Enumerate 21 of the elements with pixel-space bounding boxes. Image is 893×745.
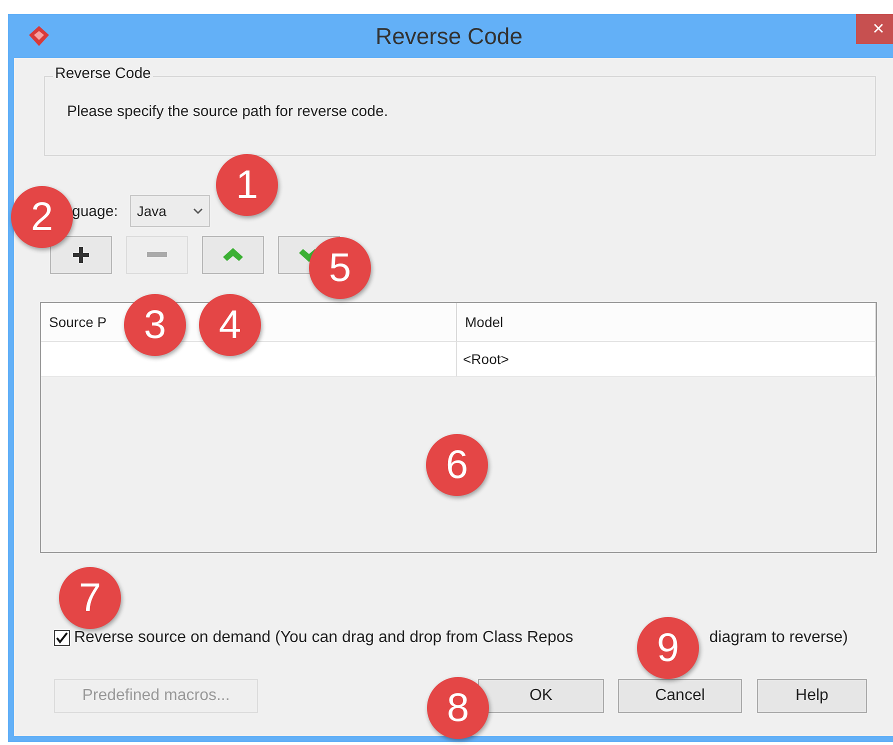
- dialog-button[interactable]: OK: [478, 679, 604, 713]
- column-header[interactable]: Model: [457, 303, 876, 342]
- window-title: Reverse Code: [375, 22, 523, 50]
- checkbox-label: diagram to reverse): [709, 629, 848, 647]
- instruction-text: Please specify the source path for reverse code.: [67, 103, 388, 120]
- caret-icon: [192, 208, 203, 214]
- app-logo-icon: [28, 25, 50, 47]
- dialog-button[interactable]: Help: [757, 679, 867, 713]
- language-label: guage:: [72, 202, 118, 220]
- move-up-button[interactable]: [202, 236, 264, 274]
- minus-icon: [147, 252, 167, 258]
- close-button[interactable]: ×: [856, 14, 893, 44]
- checkbox[interactable]: [54, 630, 70, 646]
- check-icon: [56, 632, 68, 644]
- add-button[interactable]: [50, 236, 112, 274]
- table-cell: <Root>: [457, 342, 876, 377]
- plus-icon: [71, 245, 91, 265]
- language-dropdown[interactable]: Java: [130, 195, 210, 227]
- dialog-button[interactable]: Cancel: [618, 679, 742, 713]
- chevron-up-icon: [223, 248, 243, 262]
- checkbox-label: Reverse source on demand (You can drag and drop from Class Repos: [74, 629, 574, 647]
